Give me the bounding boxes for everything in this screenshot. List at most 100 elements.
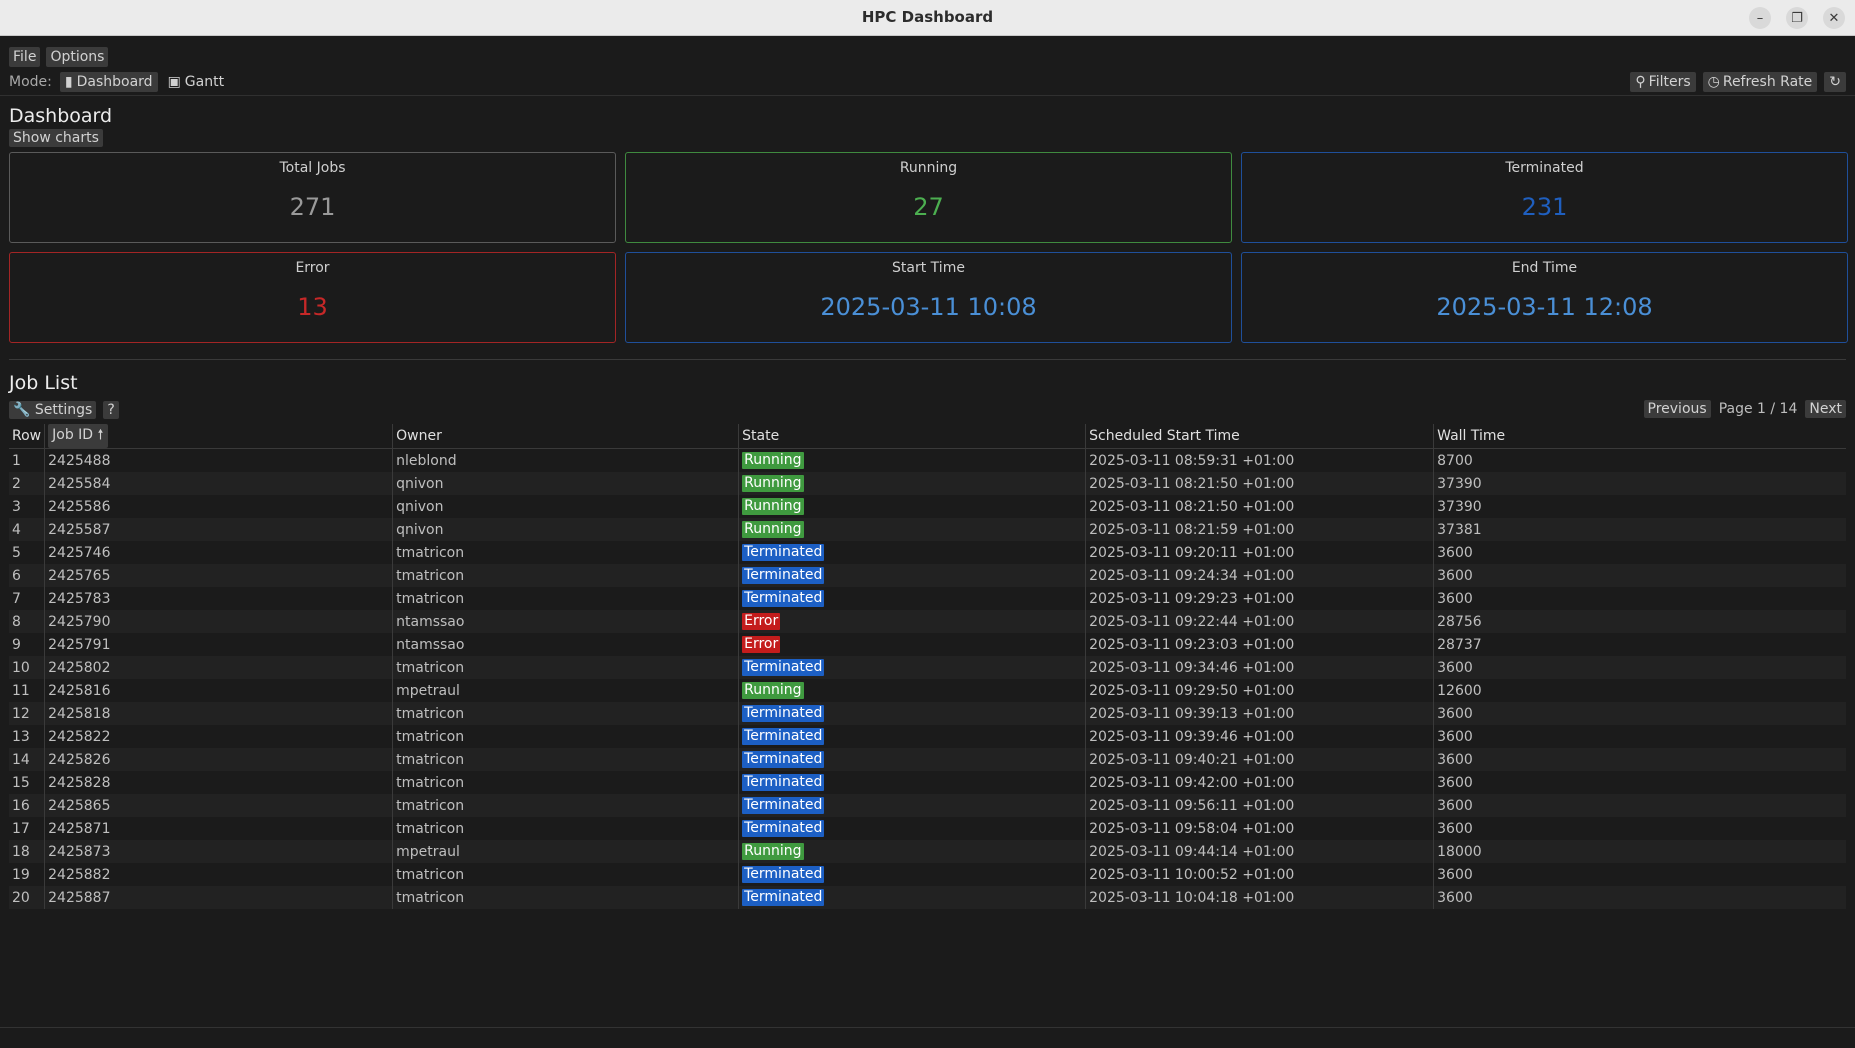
bar-chart-icon: ▮ <box>64 74 73 90</box>
stat-card-label: End Time <box>1511 260 1578 276</box>
owner-cell: tmatricon <box>392 817 739 840</box>
wall-time-cell: 3600 <box>1433 748 1846 771</box>
stat-card-label: Running <box>899 160 958 176</box>
start-time-cell: 2025-03-11 09:56:11 +01:00 <box>1085 794 1434 817</box>
col-owner-header[interactable]: Owner <box>392 424 739 449</box>
job-id-cell: 2425765 <box>44 564 393 587</box>
state-cell: Running <box>738 840 1086 863</box>
menu-options[interactable]: Options <box>46 47 109 67</box>
state-cell: Terminated <box>738 794 1086 817</box>
start-time-cell: 2025-03-11 08:21:59 +01:00 <box>1085 518 1434 541</box>
table-row[interactable]: 10 2425802 tmatricon Terminated 2025-03-11 0… <box>9 656 1846 679</box>
owner-cell: mpetraul <box>392 679 739 702</box>
minimize-icon[interactable]: – <box>1749 7 1771 29</box>
state-cell: Running <box>738 518 1086 541</box>
status-badge: Terminated <box>742 705 825 722</box>
row-number: 15 <box>12 774 30 791</box>
settings-button[interactable]: 🔧 Settings <box>9 401 97 419</box>
wall-time-cell: 37381 <box>1433 518 1846 541</box>
help-button[interactable]: ? <box>103 401 119 419</box>
maximize-icon[interactable]: ❐ <box>1786 7 1808 29</box>
next-page-button[interactable]: Next <box>1805 400 1846 418</box>
table-row[interactable]: 5 2425746 tmatricon Terminated 2025-03-11 09… <box>9 541 1846 564</box>
job-id-cell: 2425882 <box>44 863 393 886</box>
job-list-title: Job List <box>9 372 78 394</box>
col-start-header[interactable]: Scheduled Start Time <box>1085 424 1434 449</box>
menu-bar: File Options <box>0 36 1855 69</box>
job-id-cell: 2425746 <box>44 541 393 564</box>
owner-cell: tmatricon <box>392 564 739 587</box>
table-row[interactable]: 18 2425873 mpetraul Running 2025-03-11 09:44… <box>9 840 1846 863</box>
title-bar: HPC Dashboard – ❐ ✕ <box>0 0 1855 36</box>
table-row[interactable]: 8 2425790 ntamssao Error 2025-03-11 09:22:44… <box>9 610 1846 633</box>
table-row[interactable]: 11 2425816 mpetraul Running 2025-03-11 09:29… <box>9 679 1846 702</box>
table-row[interactable]: 1 2425488 nleblond Running 2025-03-11 08:59:… <box>9 448 1846 472</box>
wall-time-cell: 3600 <box>1433 702 1846 725</box>
owner-cell: mpetraul <box>392 840 739 863</box>
row-number: 9 <box>12 636 21 653</box>
owner-cell: ntamssao <box>392 610 739 633</box>
col-wall-header[interactable]: Wall Time <box>1433 424 1846 449</box>
job-id-cell: 2425783 <box>44 587 393 610</box>
table-row[interactable]: 19 2425882 tmatricon Terminated 2025-03-11 1… <box>9 863 1846 886</box>
row-number: 10 <box>9 656 45 679</box>
wall-time-cell: 3600 <box>1433 541 1846 564</box>
owner-cell: tmatricon <box>392 702 739 725</box>
refresh-rate-button[interactable]: ◷ Refresh Rate <box>1702 72 1818 92</box>
menu-file[interactable]: File <box>9 47 41 67</box>
table-row[interactable]: 13 2425822 tmatricon Terminated 2025-03-11 0… <box>9 725 1846 748</box>
stat-card: Running 27 <box>625 152 1232 243</box>
col-state-header[interactable]: State <box>738 424 1086 449</box>
start-time-cell: 2025-03-11 10:04:18 +01:00 <box>1085 886 1434 909</box>
table-row[interactable]: 12 2425818 tmatricon Terminated 2025-03-11 0… <box>9 702 1846 725</box>
mode-gantt-button[interactable]: ▣ Gantt <box>163 72 230 92</box>
owner-cell: nleblond <box>392 448 739 472</box>
owner-cell: tmatricon <box>392 725 739 748</box>
status-badge: Running <box>742 843 804 860</box>
filters-button[interactable]: ⚲ Filters <box>1630 72 1696 92</box>
owner-cell: tmatricon <box>392 863 739 886</box>
status-badge: Error <box>742 636 781 653</box>
owner-cell: tmatricon <box>392 587 739 610</box>
show-charts-button[interactable]: Show charts <box>9 129 103 147</box>
status-badge: Terminated <box>742 889 825 906</box>
start-time-cell: 2025-03-11 09:39:46 +01:00 <box>1085 725 1434 748</box>
table-row[interactable]: 4 2425587 qnivon Running 2025-03-11 08:21:59… <box>9 518 1846 541</box>
table-row[interactable]: 9 2425791 ntamssao Error 2025-03-11 09:23:03… <box>9 633 1846 656</box>
job-id-cell: 2425871 <box>44 817 393 840</box>
sort-jobid-button[interactable]: Job ID 🠕 <box>48 424 108 448</box>
owner-cell: tmatricon <box>392 656 739 679</box>
table-row[interactable]: 7 2425783 tmatricon Terminated 2025-03-11 09… <box>9 587 1846 610</box>
mode-dashboard-button[interactable]: ▮ Dashboard <box>59 72 158 92</box>
state-cell: Error <box>738 633 1086 656</box>
mode-label: Mode: <box>9 74 52 90</box>
start-time-cell: 2025-03-11 09:40:21 +01:00 <box>1085 748 1434 771</box>
table-row[interactable]: 15 2425828 tmatricon Terminated 2025-03-11 0… <box>9 771 1846 794</box>
col-jobid-header[interactable]: Job ID 🠕 <box>44 424 393 449</box>
refresh-button[interactable]: ↻ <box>1824 72 1846 92</box>
state-cell: Terminated <box>738 748 1086 771</box>
job-id-cell: 2425873 <box>44 840 393 863</box>
table-row[interactable]: 2 2425584 qnivon Running 2025-03-11 08:21:50… <box>9 472 1846 495</box>
row-number: 7 <box>12 590 21 607</box>
table-row[interactable]: 14 2425826 tmatricon Terminated 2025-03-11 0… <box>9 748 1846 771</box>
wall-time-cell: 3600 <box>1433 771 1846 794</box>
job-id-cell: 2425818 <box>44 702 393 725</box>
start-time-cell: 2025-03-11 09:22:44 +01:00 <box>1085 610 1434 633</box>
start-time-cell: 2025-03-11 08:21:50 +01:00 <box>1085 495 1434 518</box>
table-row[interactable]: 3 2425586 qnivon Running 2025-03-11 08:21:50… <box>9 495 1846 518</box>
table-row[interactable]: 20 2425887 tmatricon Terminated 2025-03-11 1… <box>9 886 1846 909</box>
table-row[interactable]: 16 2425865 tmatricon Terminated 2025-03-11 0… <box>9 794 1846 817</box>
state-cell: Terminated <box>738 771 1086 794</box>
col-jobid-label: Job ID <box>52 427 94 443</box>
close-icon[interactable]: ✕ <box>1823 7 1845 29</box>
row-number: 17 <box>12 820 30 837</box>
table-row[interactable]: 6 2425765 tmatricon Terminated 2025-03-11 09… <box>9 564 1846 587</box>
row-number: 5 <box>12 544 21 561</box>
start-time-cell: 2025-03-11 10:00:52 +01:00 <box>1085 863 1434 886</box>
wall-time-cell: 37390 <box>1433 495 1846 518</box>
table-row[interactable]: 17 2425871 tmatricon Terminated 2025-03-11 0… <box>9 817 1846 840</box>
previous-page-button[interactable]: Previous <box>1643 400 1711 418</box>
sort-ascending-icon: 🠕 <box>97 427 104 443</box>
start-time-cell: 2025-03-11 09:58:04 +01:00 <box>1085 817 1434 840</box>
